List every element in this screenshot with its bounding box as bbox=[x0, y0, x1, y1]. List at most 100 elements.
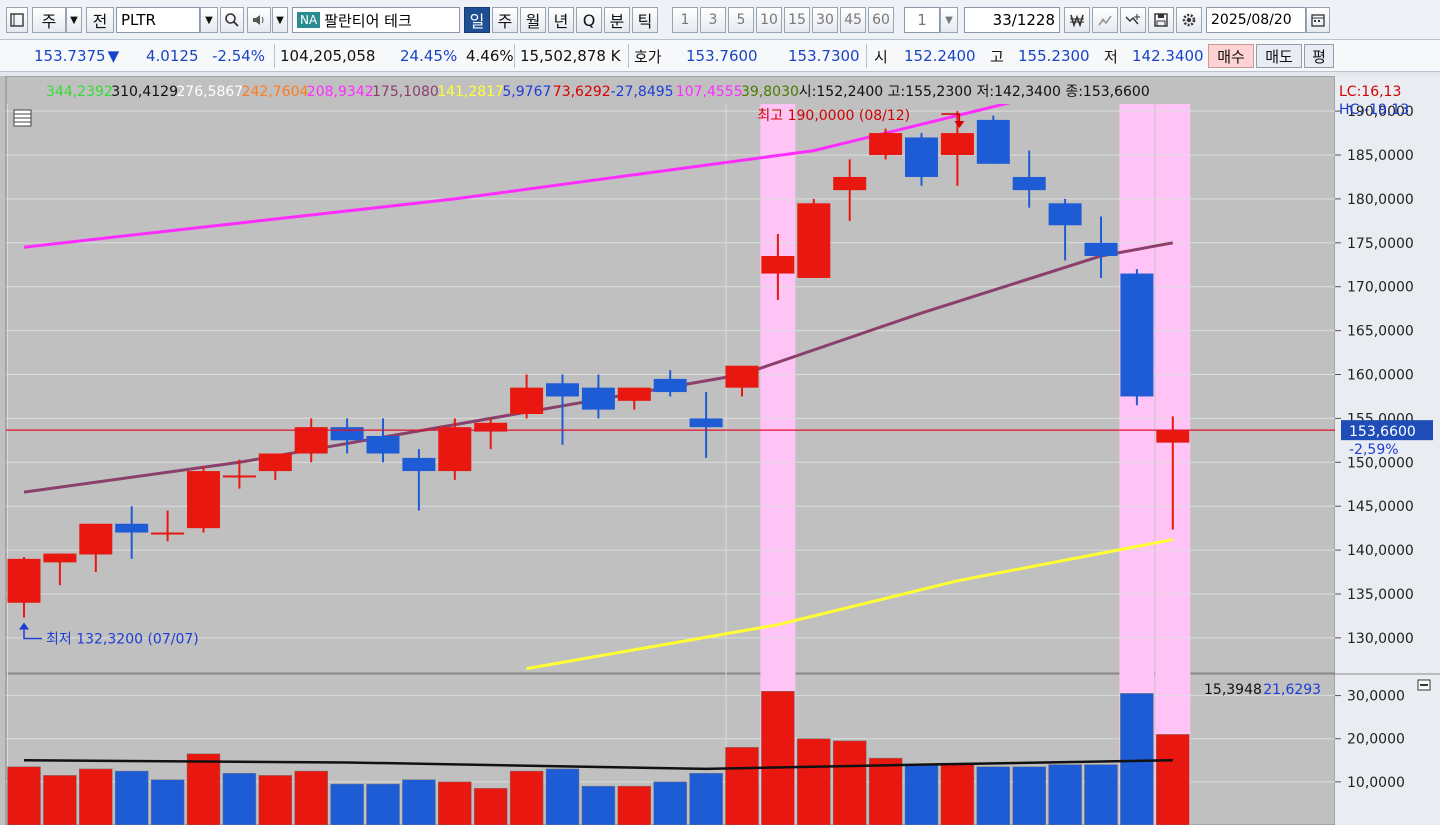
candle-body bbox=[151, 532, 185, 535]
symbol-input[interactable]: PLTR bbox=[116, 7, 200, 33]
page-field[interactable]: 33/1228 bbox=[964, 7, 1060, 33]
volume-tick-label: 10,0000 bbox=[1347, 775, 1405, 791]
y-tick-label: 165,0000 bbox=[1347, 324, 1414, 340]
volume-bar bbox=[79, 768, 113, 825]
interval-button-3[interactable]: 3 bbox=[700, 7, 726, 33]
volume-bar bbox=[43, 775, 77, 825]
volume-bar bbox=[114, 770, 149, 825]
volume-bar bbox=[545, 768, 580, 825]
candle-body bbox=[330, 427, 364, 441]
chart-tool-icon[interactable] bbox=[1092, 7, 1118, 33]
period-label: 주 bbox=[41, 12, 57, 31]
trade-amount: 15,502,878 K bbox=[520, 47, 621, 65]
volume-bar bbox=[294, 770, 328, 825]
calendar-icon[interactable] bbox=[1306, 7, 1330, 33]
bid-ask-label: 호가 bbox=[634, 47, 662, 66]
candle-body bbox=[653, 378, 687, 393]
timeframe-button-5[interactable]: 분 bbox=[604, 7, 630, 33]
speaker-icon[interactable] bbox=[247, 7, 271, 33]
volume-bar bbox=[222, 772, 257, 825]
buy-button[interactable]: 매수 bbox=[1208, 44, 1254, 68]
timeframe-button-4[interactable]: Q bbox=[576, 7, 602, 33]
speaker-dropdown-arrow[interactable]: ▼ bbox=[272, 7, 288, 33]
candle-body bbox=[689, 418, 723, 428]
candle-body bbox=[115, 523, 149, 533]
legend-value: 시:152,2400 고:155,2300 저:142,3400 종:153,6… bbox=[799, 84, 1150, 100]
timeframe-button-3[interactable]: 년 bbox=[548, 7, 574, 33]
y-tick-label: 135,0000 bbox=[1347, 587, 1414, 603]
y-tick-label: 130,0000 bbox=[1347, 631, 1414, 647]
volume-bar bbox=[402, 779, 436, 825]
count-input[interactable]: 1 bbox=[904, 7, 940, 33]
volume-bar bbox=[653, 781, 687, 825]
annotation-high: 최고 190,0000 (08/12) bbox=[757, 108, 910, 124]
interval-button-10[interactable]: 10 bbox=[756, 7, 782, 33]
interval-button-15[interactable]: 15 bbox=[784, 7, 810, 33]
volume-tick-label: 20,0000 bbox=[1347, 732, 1405, 748]
candle-body bbox=[1120, 273, 1154, 397]
settings-gear-icon[interactable] bbox=[1176, 7, 1202, 33]
legend-value: 242,7604 bbox=[242, 84, 309, 100]
open-label: 시 bbox=[874, 47, 888, 66]
low-label: 저 bbox=[1104, 47, 1118, 66]
divider bbox=[514, 44, 515, 68]
stock-name-field[interactable]: NA 팔란티어 테크 bbox=[292, 7, 460, 33]
date-input[interactable]: 2025/08/20 bbox=[1206, 7, 1306, 33]
lc-label: LC:16,13 bbox=[1339, 84, 1401, 100]
y-tick-label: 160,0000 bbox=[1347, 368, 1414, 384]
y-tick-label: 185,0000 bbox=[1347, 148, 1414, 164]
candle-body bbox=[725, 365, 759, 388]
volume-bar bbox=[366, 783, 400, 825]
won-currency-icon[interactable] bbox=[1064, 7, 1090, 33]
candle-body bbox=[1084, 242, 1118, 256]
volume-bar bbox=[940, 764, 975, 825]
chart-window: 주 ▼ 전 PLTR ▼ ▼ NA 팔란티어 테크 일주월년Q분틱 1 3 5 10 1… bbox=[0, 0, 1440, 825]
save-icon[interactable] bbox=[1148, 7, 1174, 33]
sell-button[interactable]: 매도 bbox=[1256, 44, 1302, 68]
interval-button-60[interactable]: 60 bbox=[868, 7, 894, 33]
trade-volume: 104,205,058 bbox=[280, 47, 376, 65]
candle-body bbox=[546, 383, 579, 397]
volume-bar bbox=[258, 775, 293, 825]
volume-bar bbox=[473, 788, 508, 825]
volume-bar bbox=[1120, 693, 1154, 825]
period-select-button[interactable]: 주 bbox=[32, 7, 66, 33]
prev-button[interactable]: 전 bbox=[86, 7, 114, 33]
volume-bar bbox=[725, 747, 759, 825]
down-arrow-icon: ▼ bbox=[107, 47, 120, 65]
candle-body bbox=[581, 387, 615, 410]
timeframe-button-6[interactable]: 틱 bbox=[632, 7, 658, 33]
symbol-dropdown-arrow[interactable]: ▼ bbox=[200, 7, 218, 33]
candle-body bbox=[43, 553, 77, 563]
chart-area[interactable]: 190,0000 185,0000 180,0000 175,0000 170,0000… bbox=[0, 75, 1440, 825]
volume-bar bbox=[1084, 764, 1118, 825]
volume-bar bbox=[186, 753, 221, 825]
bid-price: 153.7300 bbox=[788, 47, 860, 65]
candlestick-chart[interactable]: 190,0000185,0000180,0000175,0000170,0000… bbox=[0, 75, 1440, 825]
candle-body bbox=[797, 203, 831, 278]
interval-button-45[interactable]: 45 bbox=[840, 7, 866, 33]
legend-value: 73,6292 bbox=[553, 84, 611, 100]
volume-bar bbox=[689, 772, 723, 825]
avg-button[interactable]: 평 bbox=[1304, 44, 1334, 68]
interval-button-5[interactable]: 5 bbox=[728, 7, 754, 33]
legend-value: 310,4129 bbox=[111, 84, 178, 100]
candle-body bbox=[833, 176, 867, 191]
interval-button-1[interactable]: 1 bbox=[672, 7, 698, 33]
window-menu-icon[interactable] bbox=[6, 7, 28, 33]
timeframe-button-2[interactable]: 월 bbox=[520, 7, 546, 33]
search-icon[interactable] bbox=[220, 7, 244, 33]
date-value: 2025/08/20 bbox=[1211, 12, 1292, 28]
timeframe-button-1[interactable]: 주 bbox=[492, 7, 518, 33]
candle-body bbox=[940, 133, 974, 156]
timeframe-button-0[interactable]: 일 bbox=[464, 7, 490, 33]
volume-bar bbox=[330, 783, 364, 825]
divider bbox=[866, 44, 867, 68]
last-price-label: 153,6600 bbox=[1349, 424, 1416, 440]
volume-tick-label: 30,0000 bbox=[1347, 689, 1405, 705]
trend-add-icon[interactable] bbox=[1120, 7, 1146, 33]
period-dropdown-arrow[interactable]: ▼ bbox=[66, 7, 82, 33]
count-dropdown-arrow[interactable]: ▼ bbox=[940, 7, 958, 33]
legend-value: 107,4555 bbox=[676, 84, 743, 100]
interval-button-30[interactable]: 30 bbox=[812, 7, 838, 33]
